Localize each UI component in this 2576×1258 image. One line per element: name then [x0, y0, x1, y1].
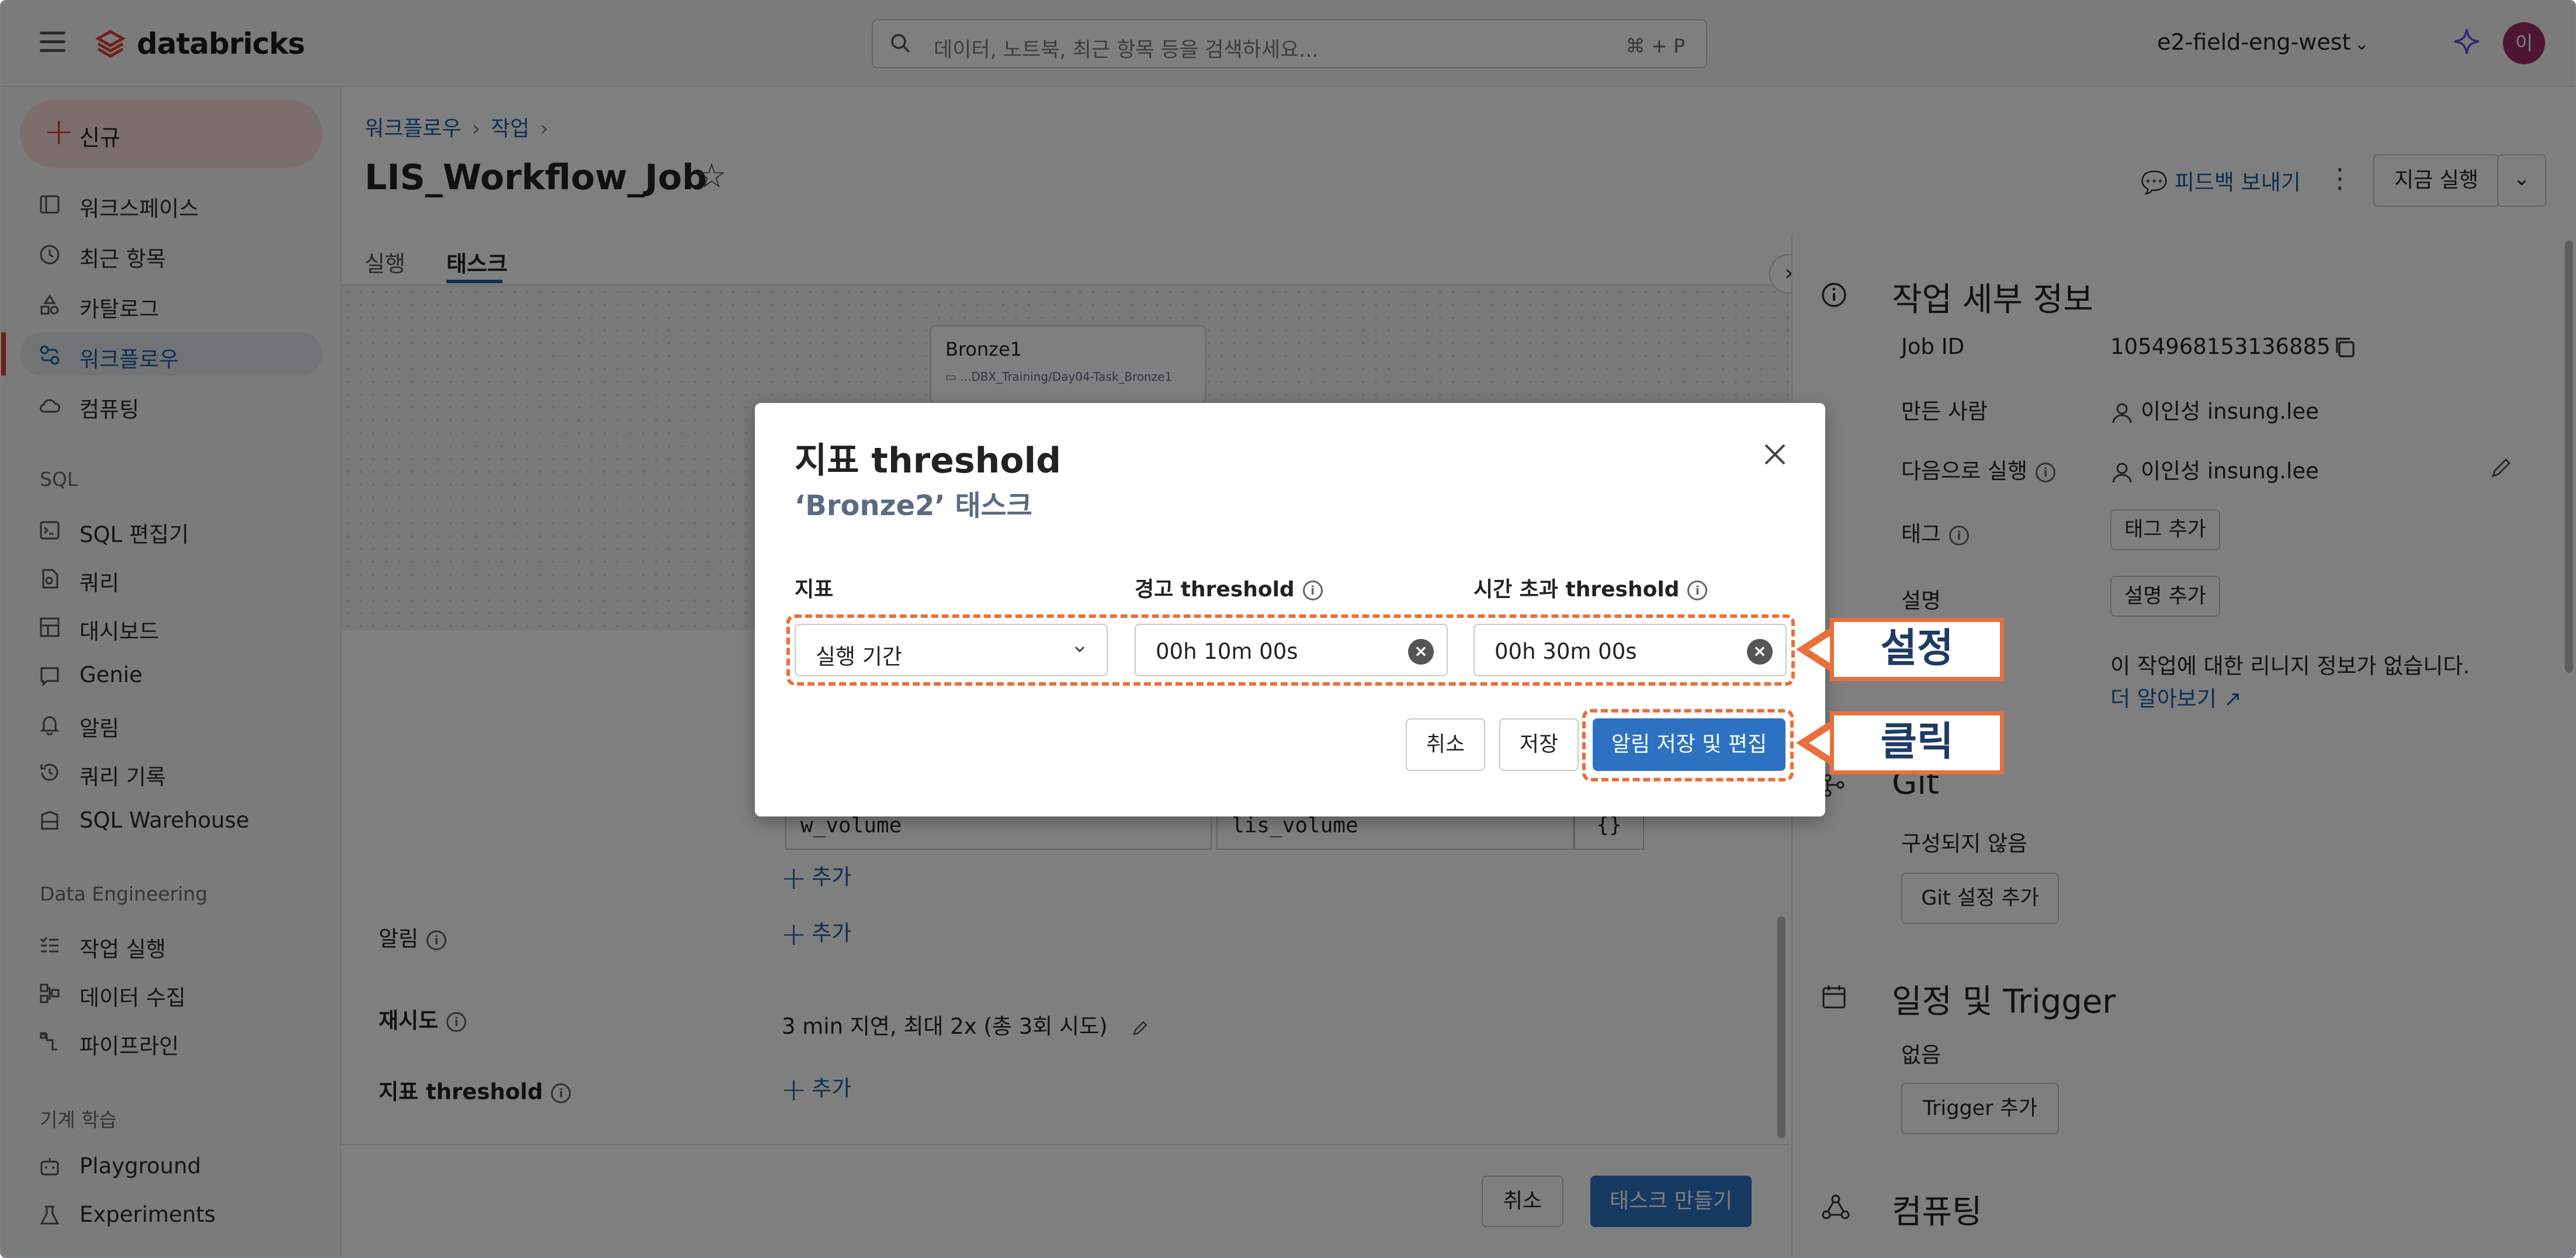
warning-column-text: 경고 threshold	[1135, 578, 1295, 602]
dialog-save-button[interactable]: 저장	[1499, 718, 1579, 771]
dialog-title: 지표 threshold	[795, 440, 1062, 481]
metric-column-label: 지표	[795, 578, 834, 602]
click-highlight-box	[1582, 709, 1794, 781]
info-icon[interactable]: i	[1302, 581, 1323, 600]
app-window: databricks 데이터, 노트북, 최근 항목 등을 검색하세요... ⌘…	[0, 0, 2576, 1258]
timeout-column-text: 시간 초과 threshold	[1474, 578, 1680, 602]
settings-callout: 설정	[1830, 618, 2004, 681]
dialog-cancel-button[interactable]: 취소	[1406, 718, 1485, 771]
dialog-subtitle: ‘Bronze2’ 태스크	[795, 489, 1032, 522]
close-icon[interactable]	[1757, 437, 1793, 472]
info-icon[interactable]: i	[1687, 581, 1708, 600]
timeout-column-label: 시간 초과 threshold i	[1474, 572, 1708, 603]
warning-column-label: 경고 threshold i	[1135, 572, 1323, 603]
settings-highlight-box	[786, 614, 1795, 686]
click-callout: 클릭	[1830, 711, 2004, 774]
